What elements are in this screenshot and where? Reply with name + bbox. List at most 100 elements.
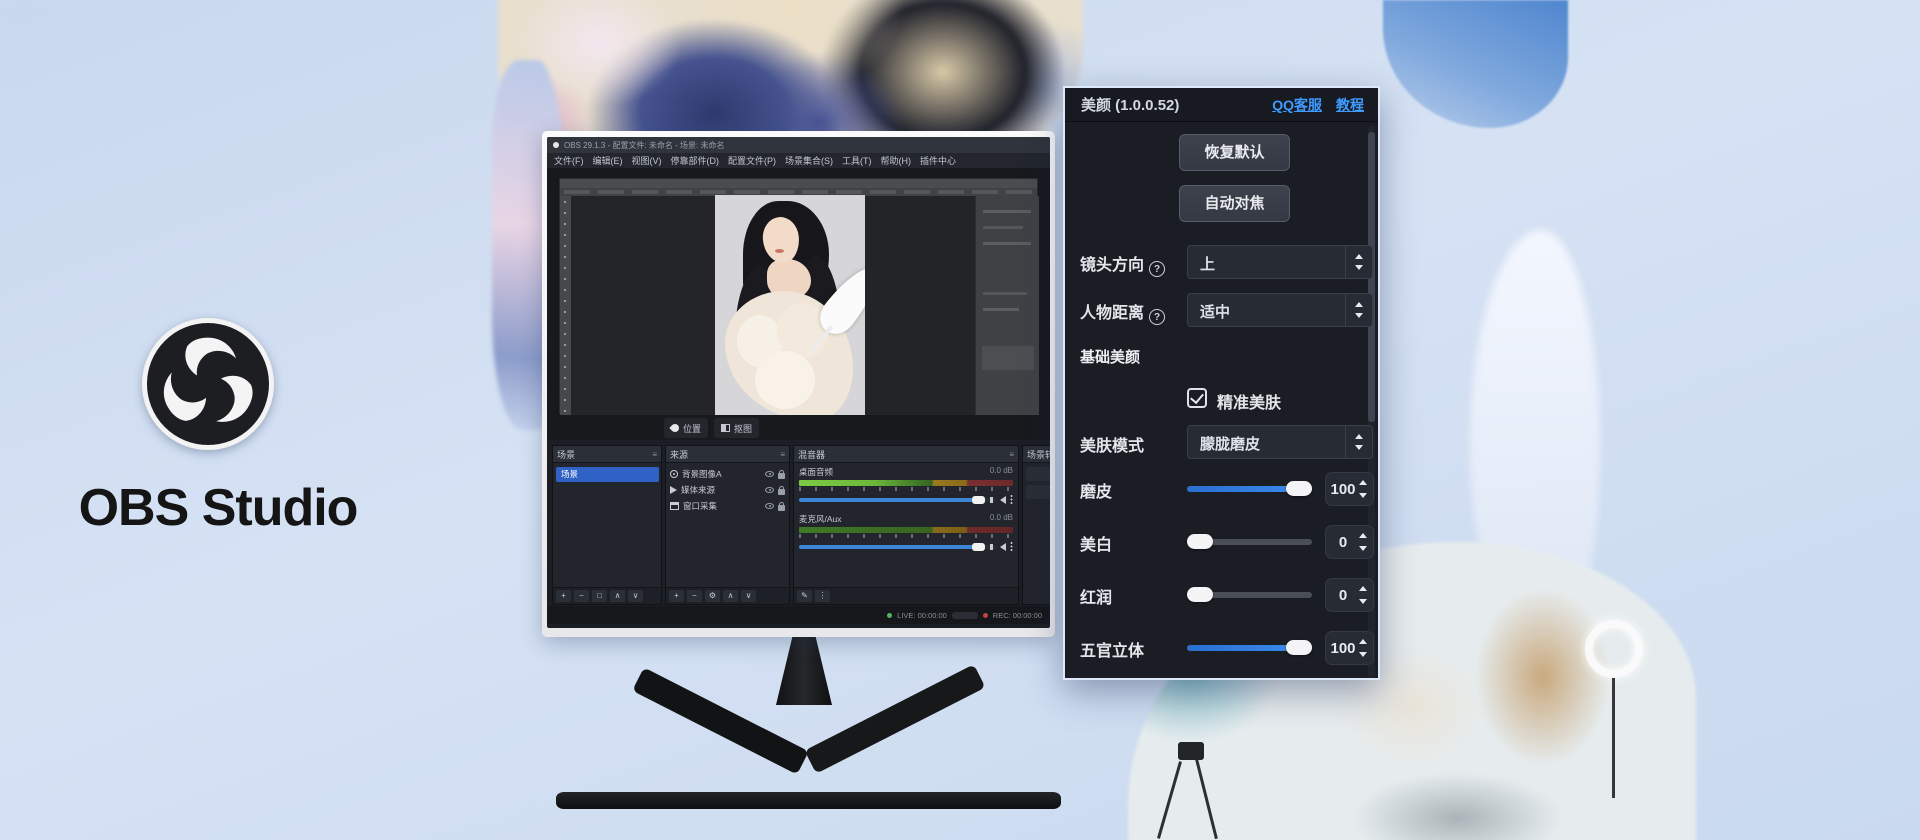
skin-mode-select[interactable]: 朦胧磨皮 [1187, 425, 1373, 459]
menu-item-scene-collection[interactable]: 场景集合(S) [785, 154, 833, 167]
person-distance-select[interactable]: 适中 [1187, 293, 1373, 327]
beauty-panel-titlebar: 美颜 (1.0.0.52) QQ客服 教程 [1065, 88, 1378, 122]
visibility-eye-icon[interactable] [765, 487, 774, 493]
monitor-stand-base [556, 792, 1061, 809]
slider-handle[interactable] [1286, 640, 1312, 655]
menu-item-plugins[interactable]: 插件中心 [920, 154, 956, 167]
source-list-item[interactable]: 窗口采集 [666, 498, 789, 514]
monitor: OBS 29.1.3 - 配置文件: 未命名 - 场景: 未命名 文件(F) 编… [542, 131, 1055, 637]
media-source-icon [670, 486, 677, 494]
obs-window-titlebar: OBS 29.1.3 - 配置文件: 未命名 - 场景: 未命名 [547, 137, 1050, 153]
menu-item-help[interactable]: 帮助(H) [881, 154, 912, 167]
rosy-slider[interactable] [1187, 592, 1312, 598]
visibility-eye-icon[interactable] [765, 503, 774, 509]
spinner-up-icon [1359, 533, 1367, 538]
add-scene-button[interactable]: + [556, 590, 571, 602]
smoothing-value-stepper[interactable]: 100 [1325, 472, 1374, 506]
qq-support-link[interactable]: QQ客服 [1272, 95, 1322, 115]
menu-item-docks[interactable]: 停靠部件(D) [671, 154, 720, 167]
autofocus-button[interactable]: 自动对焦 [1179, 185, 1290, 222]
menu-item-tools[interactable]: 工具(T) [842, 154, 872, 167]
chevron-down-icon [1355, 445, 1363, 450]
face-3d-value-stepper[interactable]: 100 [1325, 631, 1374, 665]
dock-menu-icon[interactable]: ≡ [652, 450, 657, 459]
restore-default-button[interactable]: 恢复默认 [1179, 134, 1290, 171]
slider-handle[interactable] [1187, 587, 1213, 602]
transitions-dock: 场景转场 [1022, 445, 1050, 605]
volume-slider[interactable] [799, 545, 996, 549]
select-arrows[interactable] [1345, 294, 1372, 326]
add-source-button[interactable]: + [669, 590, 684, 602]
menu-item-edit[interactable]: 编辑(E) [593, 154, 623, 167]
matting-chip[interactable]: 抠图 [714, 418, 759, 438]
precise-skin-checkbox[interactable] [1187, 388, 1207, 408]
volume-slider-handle[interactable] [972, 543, 985, 551]
help-icon[interactable]: ? [1149, 309, 1165, 325]
live-indicator-icon [887, 613, 892, 618]
transition-duration[interactable] [1026, 485, 1050, 499]
slider-handle[interactable] [1187, 534, 1213, 549]
remove-source-button[interactable]: − [687, 590, 702, 602]
beauty-plugin-panel: 美颜 (1.0.0.52) QQ客服 教程 恢复默认 自动对焦 镜头方向? 上 … [1063, 86, 1380, 680]
whitening-label: 美白 [1080, 531, 1112, 555]
dock-menu-icon[interactable]: ≡ [1009, 450, 1014, 459]
dock-menu-icon[interactable]: ≡ [780, 450, 785, 459]
scene-up-button[interactable]: ∧ [610, 590, 625, 602]
spinner-down-icon [1359, 493, 1367, 498]
menu-item-view[interactable]: 视图(V) [632, 154, 662, 167]
whitening-value-stepper[interactable]: 0 [1325, 525, 1374, 559]
volume-meter [799, 527, 1013, 533]
smoothing-slider[interactable] [1187, 486, 1312, 492]
transition-select[interactable] [1026, 467, 1050, 481]
select-arrows[interactable] [1345, 426, 1372, 458]
slider-handle[interactable] [1286, 481, 1312, 496]
volume-slider-handle[interactable] [972, 496, 985, 504]
channel-menu-icon[interactable] [1010, 541, 1013, 552]
lock-icon[interactable] [778, 505, 785, 511]
lock-icon[interactable] [778, 473, 785, 479]
chevron-up-icon [1355, 434, 1363, 439]
woman-lips-shape [775, 249, 784, 253]
mixer-channel: 麦克风/Aux 0.0 dB [794, 510, 1018, 552]
menu-item-file[interactable]: 文件(F) [554, 154, 584, 167]
lens-direction-select[interactable]: 上 [1187, 245, 1373, 279]
rosy-value-stepper[interactable]: 0 [1325, 578, 1374, 612]
monitor-stand-neck [776, 635, 832, 705]
mixer-menu-button[interactable]: ⋮ [815, 590, 830, 602]
scene-list-item-selected[interactable]: 场景 [556, 467, 659, 482]
mixer-edit-button[interactable]: ✎ [797, 590, 812, 602]
visibility-eye-icon[interactable] [765, 471, 774, 477]
whitening-slider[interactable] [1187, 539, 1312, 545]
background-blue-wedge [1383, 0, 1568, 128]
source-properties-button[interactable]: ⚙ [705, 590, 720, 602]
status-pill [952, 612, 978, 619]
mixer-dock-toolbar: ✎ ⋮ [794, 587, 1018, 604]
person-distance-label: 人物距离? [1080, 299, 1165, 325]
scene-down-button[interactable]: ∨ [628, 590, 643, 602]
scene-filters-button[interactable]: □ [592, 590, 607, 602]
ring-light-shape [1585, 620, 1643, 678]
remove-scene-button[interactable]: − [574, 590, 589, 602]
spinner-up-icon [1359, 480, 1367, 485]
speaker-icon[interactable] [1000, 496, 1006, 504]
tutorial-link[interactable]: 教程 [1336, 95, 1364, 115]
channel-menu-icon[interactable] [1010, 494, 1013, 505]
rec-indicator-icon [983, 613, 988, 618]
sources-dock: 来源 ≡ 背景图像A 媒体来源 窗口采集 + [665, 445, 790, 605]
position-chip[interactable]: 位置 [664, 418, 708, 438]
help-icon[interactable]: ? [1149, 261, 1165, 277]
volume-slider[interactable] [799, 498, 996, 502]
obs-app-icon [553, 142, 559, 148]
select-arrows[interactable] [1345, 246, 1372, 278]
dress-ruffle-shape [755, 351, 815, 409]
menu-item-profile[interactable]: 配置文件(P) [728, 154, 776, 167]
source-list-item[interactable]: 背景图像A [666, 466, 789, 482]
face-3d-label: 五官立体 [1080, 637, 1144, 661]
speaker-icon[interactable] [1000, 543, 1006, 551]
source-down-button[interactable]: ∨ [741, 590, 756, 602]
source-up-button[interactable]: ∧ [723, 590, 738, 602]
face-3d-slider[interactable] [1187, 645, 1312, 651]
lock-icon[interactable] [778, 489, 785, 495]
obs-window-title: OBS 29.1.3 - 配置文件: 未命名 - 场景: 未命名 [564, 140, 724, 151]
source-list-item[interactable]: 媒体来源 [666, 482, 789, 498]
